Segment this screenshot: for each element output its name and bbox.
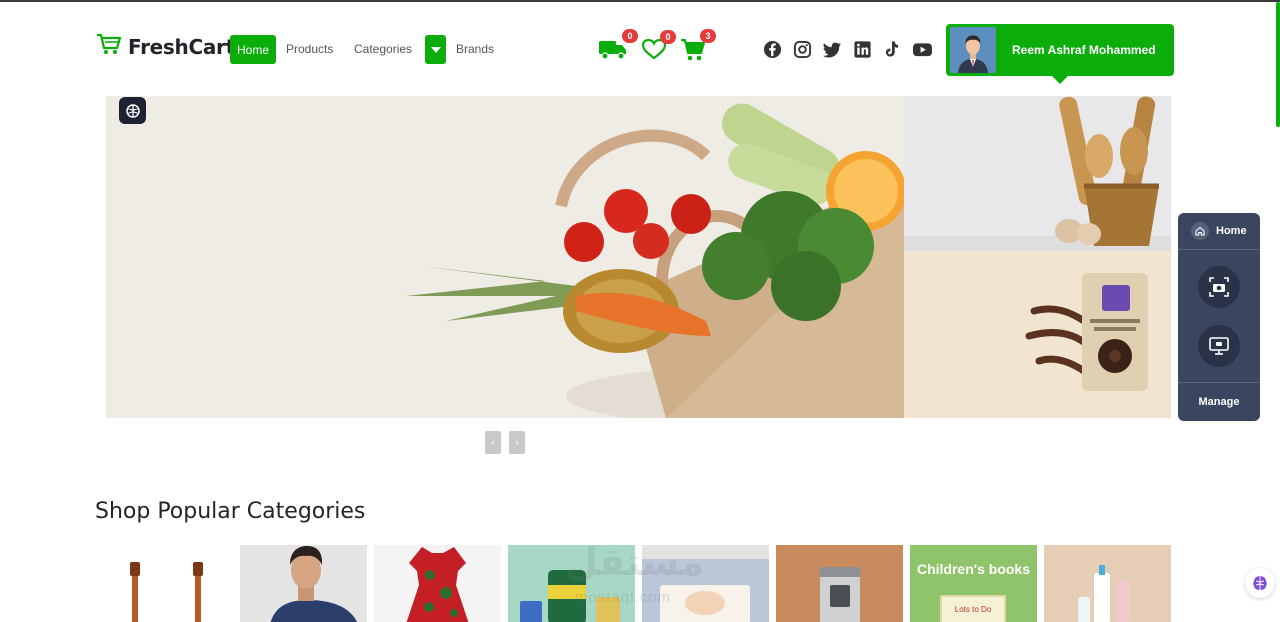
linkedin-icon[interactable]: [853, 40, 872, 59]
tiktok-icon[interactable]: [882, 40, 901, 59]
delivery-button[interactable]: 0: [598, 29, 638, 65]
man-model-image: [240, 545, 367, 622]
watermark-logo: مستقل: [565, 540, 704, 584]
slider-next-button[interactable]: ›: [509, 431, 525, 454]
cart-count-badge: 3: [700, 29, 716, 43]
floating-tool-panel: Home Manage: [1178, 213, 1260, 421]
section-title: Shop Popular Categories: [95, 499, 366, 524]
category-card-music[interactable]: [106, 545, 233, 622]
guitar-image: [106, 545, 233, 622]
screenshot-capture-button[interactable]: [1198, 266, 1240, 308]
user-profile-button[interactable]: Reem Ashraf Mohammed: [946, 24, 1174, 76]
hero-side-bread-image[interactable]: [904, 96, 1171, 251]
nav-brands-link[interactable]: Brands: [456, 42, 494, 56]
youtube-icon[interactable]: [912, 40, 933, 59]
hero-side-chocolate-image[interactable]: [904, 251, 1171, 418]
camera-capture-icon: [1209, 277, 1229, 297]
screen-record-icon: [1209, 337, 1229, 355]
brain-icon: [125, 103, 140, 118]
nav-products-link[interactable]: Products: [286, 42, 333, 56]
book-cover-title: Lots to Do: [954, 605, 992, 614]
delivery-count-badge: 0: [622, 29, 638, 43]
beauty-products-image: [1044, 545, 1171, 622]
instagram-icon[interactable]: [793, 40, 812, 59]
wishlist-count-badge: 0: [660, 30, 676, 44]
hero-slide-grocery-bag[interactable]: [106, 96, 904, 418]
extension-brain-button[interactable]: [119, 97, 146, 124]
nav-categories-link[interactable]: Categories: [354, 42, 412, 56]
panel-home-label: Home: [1216, 225, 1247, 237]
user-name: Reem Ashraf Mohammed: [1012, 43, 1156, 57]
categories-dropdown-button[interactable]: [425, 35, 446, 64]
cart-logo-icon: [96, 33, 122, 60]
user-avatar: [950, 27, 996, 73]
brand-name: FreshCart: [128, 34, 235, 59]
book-cover: Lots to Do: [940, 595, 1006, 622]
caret-down-icon: [430, 46, 441, 53]
cart-button[interactable]: 3: [680, 29, 716, 66]
category-card-books[interactable]: Children's books Lots to Do: [910, 545, 1037, 622]
facebook-icon[interactable]: [763, 40, 782, 59]
home-icon: [1191, 222, 1209, 240]
category-card-mens-fashion[interactable]: [240, 545, 367, 622]
brain-icon: [1253, 576, 1267, 590]
coffee-machine-image: [776, 545, 903, 622]
brand-logo[interactable]: FreshCart: [96, 33, 235, 60]
watermark-url: mostaql.com: [575, 589, 672, 606]
user-menu-caret: [1052, 76, 1068, 84]
screen-record-button[interactable]: [1198, 325, 1240, 367]
panel-home-button[interactable]: Home: [1178, 213, 1260, 250]
category-card-beauty-health[interactable]: [1044, 545, 1171, 622]
books-category-label: Children's books: [916, 561, 1030, 577]
nav-home-link[interactable]: Home: [230, 35, 276, 64]
slider-prev-button[interactable]: ‹: [485, 431, 501, 454]
twitter-icon[interactable]: [823, 40, 842, 59]
panel-manage-button[interactable]: Manage: [1178, 382, 1260, 421]
page-scroll-indicator[interactable]: [1276, 2, 1280, 127]
category-card-womens-fashion[interactable]: [374, 545, 501, 622]
assistant-brain-button[interactable]: [1245, 568, 1275, 598]
wishlist-button[interactable]: 0: [641, 30, 676, 65]
category-card-home-appliances[interactable]: [776, 545, 903, 622]
red-dress-image: [374, 545, 501, 622]
